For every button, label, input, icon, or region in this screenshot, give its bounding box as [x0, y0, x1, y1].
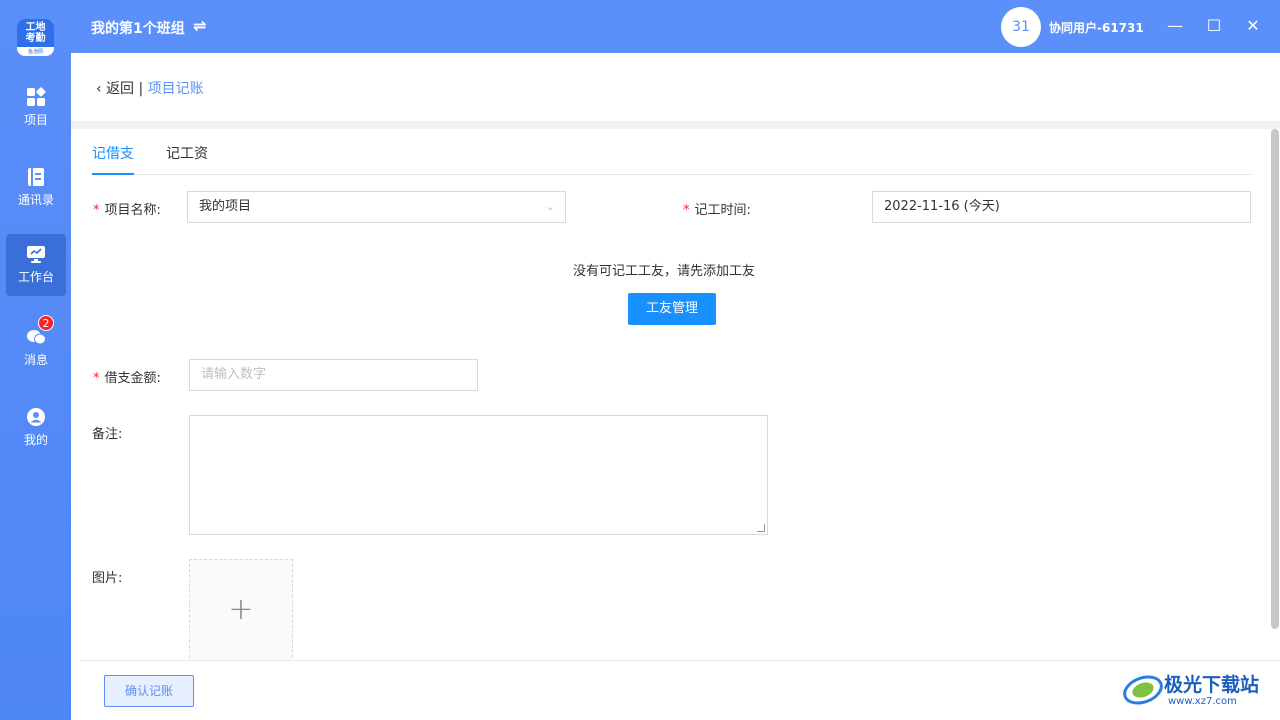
vertical-scrollbar[interactable] [1271, 129, 1279, 629]
resize-handle-icon[interactable] [757, 524, 765, 532]
back-link[interactable]: 返回 [106, 81, 134, 97]
watermark-logo-icon [1123, 675, 1163, 705]
sidebar-item-label: 消息 [23, 353, 48, 367]
confirm-record-button[interactable]: 确认记账 [104, 675, 194, 707]
date-label-text: 记工时间: [694, 203, 751, 218]
breadcrumb: ‹ 返回 | 项目记账 [96, 78, 204, 98]
date-value: 2022-11-16 (今天) [884, 199, 1000, 214]
sidebar-item-messages[interactable]: 2 消息 [6, 315, 66, 379]
project-select[interactable]: 我的项目 ⌄ [187, 191, 566, 223]
amount-input[interactable]: 请输入数字 [189, 359, 478, 391]
tab-bar: 记借支 记工资 [92, 143, 1252, 175]
maximize-button[interactable]: ☐ [1202, 14, 1226, 38]
sidebar-item-workbench[interactable]: 工作台 [6, 234, 66, 296]
amount-label-text: 借支金额: [104, 371, 161, 386]
team-name[interactable]: 我的第1个班组 [91, 18, 185, 38]
image-upload-button[interactable]: + [189, 559, 293, 663]
chevron-down-icon: ⌄ [545, 200, 555, 213]
remark-textarea[interactable] [189, 415, 768, 535]
sidebar-item-label: 我的 [23, 433, 48, 447]
chevron-left-icon[interactable]: ‹ [96, 81, 102, 97]
sidebar-item-me[interactable]: 我的 [6, 397, 66, 459]
watermark-url: www.xz7.com [1168, 696, 1237, 707]
contacts-icon [28, 168, 44, 186]
title-bar: 我的第1个班组 ⇌ 31 协同用户-61731 — ☐ ✕ [71, 0, 1280, 53]
close-button[interactable]: ✕ [1241, 14, 1265, 38]
project-select-value: 我的项目 [199, 199, 252, 214]
workbench-icon [27, 246, 45, 263]
sidebar-item-label: 工作台 [17, 270, 54, 284]
amount-placeholder: 请输入数字 [201, 367, 267, 382]
worker-management-button[interactable]: 工友管理 [628, 293, 716, 325]
watermark-text: 极光下载站 [1164, 674, 1260, 696]
project-label-text: 项目名称: [104, 203, 161, 218]
sidebar-item-contacts[interactable]: 通讯录 [6, 157, 66, 219]
logo-text: 工地 考勤 [17, 19, 54, 47]
plus-icon: + [228, 592, 254, 627]
empty-workers-notice: 没有可记工工友，请先添加工友 [573, 264, 756, 279]
swap-team-icon[interactable]: ⇌ [193, 16, 206, 35]
app-logo: 工地 考勤 鱼泡网 [17, 19, 54, 56]
breadcrumb-separator: | [138, 81, 144, 97]
message-count-badge: 2 [38, 315, 54, 331]
username: 协同用户-61731 [1049, 21, 1144, 35]
tab-borrow[interactable]: 记借支 [92, 143, 134, 175]
footer-bar: 确认记账 [80, 660, 1280, 720]
required-mark: * [93, 203, 100, 218]
date-label: * 记工时间: [683, 199, 751, 218]
tab-wages[interactable]: 记工资 [166, 143, 208, 175]
remark-label: 备注: [92, 427, 123, 442]
minimize-button[interactable]: — [1163, 14, 1187, 38]
sidebar-item-label: 项目 [23, 113, 48, 127]
logo-subtext: 鱼泡网 [27, 49, 43, 55]
image-label: 图片: [92, 571, 123, 586]
avatar[interactable]: 31 [1001, 7, 1041, 47]
amount-label: * 借支金额: [93, 367, 161, 386]
project-label: * 项目名称: [93, 199, 161, 218]
sidebar-item-label: 通讯录 [17, 193, 54, 207]
grid-icon [27, 87, 46, 106]
breadcrumb-current: 项目记账 [147, 81, 204, 97]
user-icon [27, 408, 45, 426]
date-field[interactable]: 2022-11-16 (今天) [872, 191, 1251, 223]
required-mark: * [93, 371, 100, 386]
section-divider [71, 121, 1280, 129]
site-watermark: 极光下载站 www.xz7.com [1122, 668, 1272, 712]
sidebar: 工地 考勤 鱼泡网 项目 通讯录 工作台 2 消息 我的 [0, 0, 71, 720]
required-mark: * [683, 203, 690, 218]
sidebar-item-projects[interactable]: 项目 [6, 77, 66, 139]
